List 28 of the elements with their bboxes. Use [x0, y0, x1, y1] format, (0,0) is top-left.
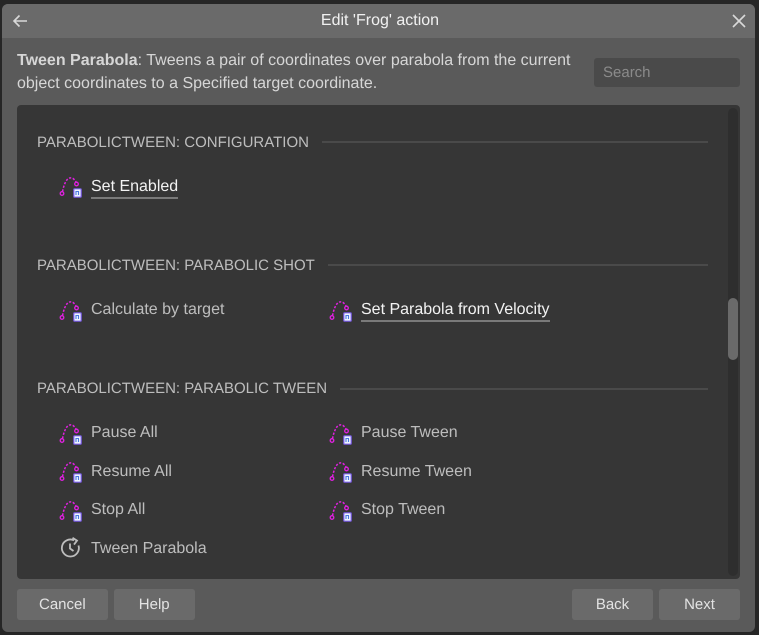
dialog-title: Edit 'Frog' action	[320, 12, 440, 30]
action-link[interactable]: Resume Tween	[361, 462, 472, 484]
dialog-button[interactable]: Next	[659, 589, 740, 620]
action-link[interactable]: Stop Tween	[361, 501, 446, 522]
action-link[interactable]: Set Enabled	[91, 178, 178, 199]
action-link[interactable]: Set Parabola from Velocity	[361, 301, 550, 322]
search-field[interactable]: Search	[594, 58, 740, 87]
section-heading: PARABOLICTWEEN: CONFIGURATION	[37, 134, 309, 150]
action-link[interactable]: Stop All	[91, 501, 146, 522]
section-heading: PARABOLICTWEEN: PARABOLIC TWEEN	[37, 380, 328, 398]
scrollbar-track[interactable]	[728, 108, 738, 576]
action-description: Tween Parabola: Tweens a pair of coordinates over parabola from the current object coordinates to a Specified target coordinate.	[17, 51, 572, 94]
dialog-button[interactable]: Help	[114, 589, 195, 620]
section-heading: PARABOLICTWEEN: PARABOLIC SHOT	[37, 256, 315, 274]
parabola-icon	[59, 174, 83, 198]
action-link[interactable]: Resume All	[91, 462, 172, 484]
back-arrow-icon[interactable]	[12, 14, 28, 28]
parabola-icon	[329, 459, 353, 484]
parabola-icon	[59, 459, 83, 484]
dialog-button[interactable]: Cancel	[17, 589, 108, 620]
action-link[interactable]: Pause Tween	[361, 424, 458, 446]
action-link[interactable]: Calculate by target	[91, 301, 224, 322]
action-link[interactable]: Tween Parabola	[91, 540, 207, 561]
action-link[interactable]: Pause All	[91, 424, 158, 446]
dialog-button[interactable]: Back	[572, 589, 653, 620]
close-icon[interactable]	[732, 14, 746, 28]
clock-reset-icon	[59, 536, 83, 560]
scrollbar-thumb[interactable]	[728, 298, 738, 360]
